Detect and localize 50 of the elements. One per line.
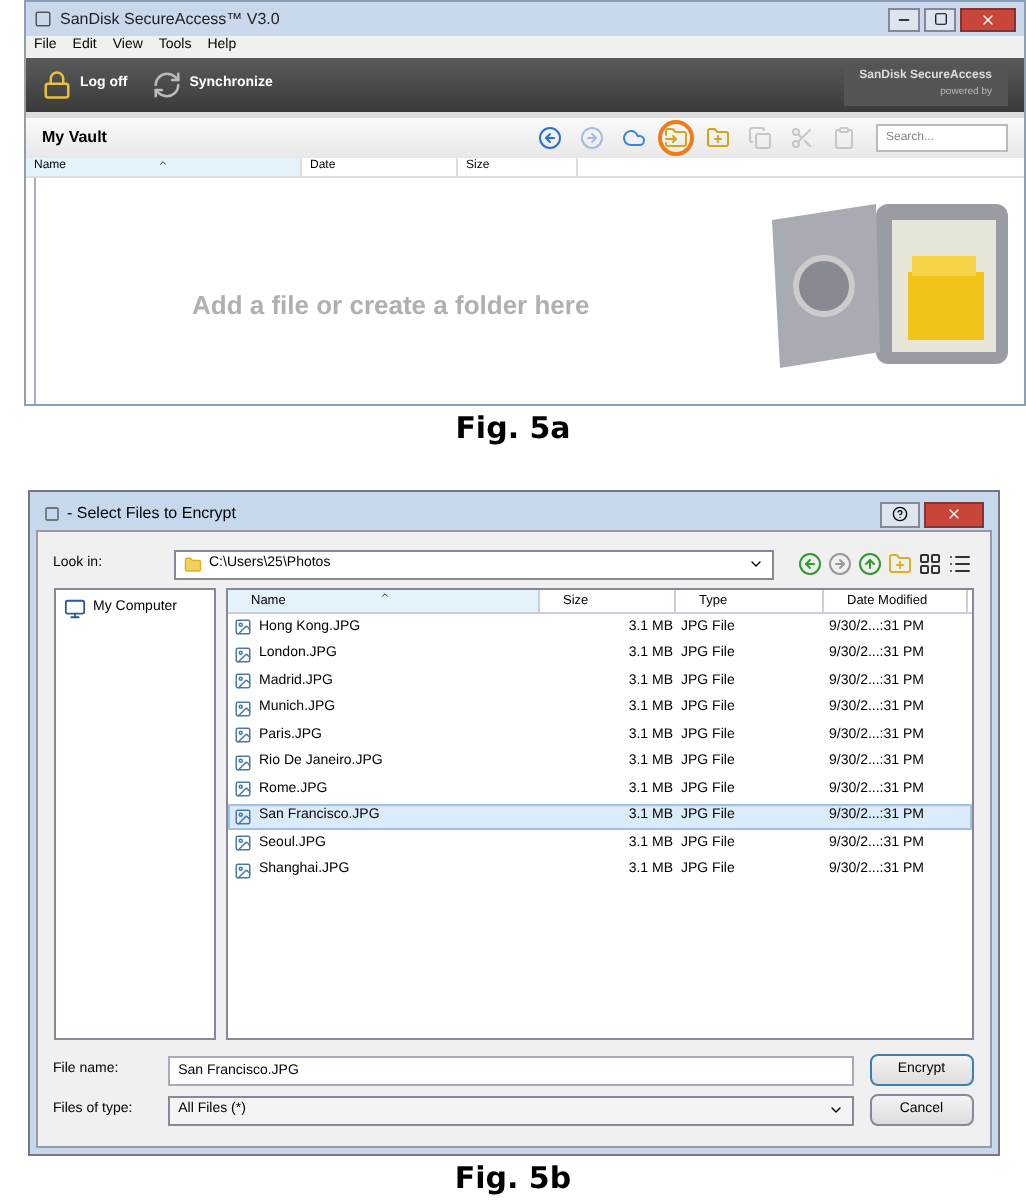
minimize-button[interactable] xyxy=(888,7,920,31)
vault-title: My Vault xyxy=(42,126,107,150)
dialog-title: - Select Files to Encrypt xyxy=(67,502,236,526)
cut-icon xyxy=(790,126,814,150)
maximize-button[interactable] xyxy=(924,7,956,31)
image-file-icon xyxy=(233,672,251,691)
back-icon xyxy=(797,552,821,576)
help-button[interactable] xyxy=(879,501,919,527)
folder-arrow-icon xyxy=(664,126,688,150)
close-icon xyxy=(980,11,996,27)
sort-icon xyxy=(379,590,389,600)
figure-caption: Fig. 5a xyxy=(455,407,571,450)
cloud-icon xyxy=(622,126,646,150)
image-file-icon xyxy=(233,861,251,880)
close-icon xyxy=(945,506,961,522)
dropdown-caret-icon xyxy=(827,1102,844,1118)
sync-icon xyxy=(151,70,182,100)
back-icon xyxy=(538,126,562,150)
folder-plus-icon xyxy=(706,126,730,150)
computer-icon xyxy=(63,598,85,620)
sort-icon xyxy=(158,158,168,168)
toolbar-icon-button[interactable] xyxy=(658,120,694,156)
grid-view-icon xyxy=(917,552,941,576)
lock-icon xyxy=(42,70,72,100)
image-file-icon xyxy=(233,645,251,664)
up-icon xyxy=(857,552,881,576)
copy-icon xyxy=(748,126,772,150)
app-icon xyxy=(34,10,52,28)
image-file-icon xyxy=(233,618,251,637)
window-title: SanDisk SecureAccess™ V3.0 xyxy=(60,7,280,31)
close-button[interactable] xyxy=(923,501,983,527)
nav-button[interactable] xyxy=(917,552,941,576)
app-icon xyxy=(43,506,59,522)
folder-icon xyxy=(183,555,201,573)
help-icon xyxy=(891,506,907,522)
dropdown-caret-icon xyxy=(747,556,763,572)
maximize-icon xyxy=(933,12,947,26)
close-button[interactable] xyxy=(960,7,1016,31)
forward-icon xyxy=(827,552,851,576)
empty-message: Add a file or create a folder here xyxy=(192,287,592,324)
image-file-icon xyxy=(233,699,251,718)
forward-icon xyxy=(580,126,604,150)
new-folder-icon xyxy=(887,552,911,576)
image-file-icon xyxy=(233,834,251,853)
image-file-icon xyxy=(233,807,251,826)
image-file-icon xyxy=(233,780,251,799)
image-file-icon xyxy=(233,726,251,745)
figure-caption: Fig. 5b xyxy=(454,1157,572,1200)
paste-icon xyxy=(832,126,856,150)
image-file-icon xyxy=(233,753,251,772)
